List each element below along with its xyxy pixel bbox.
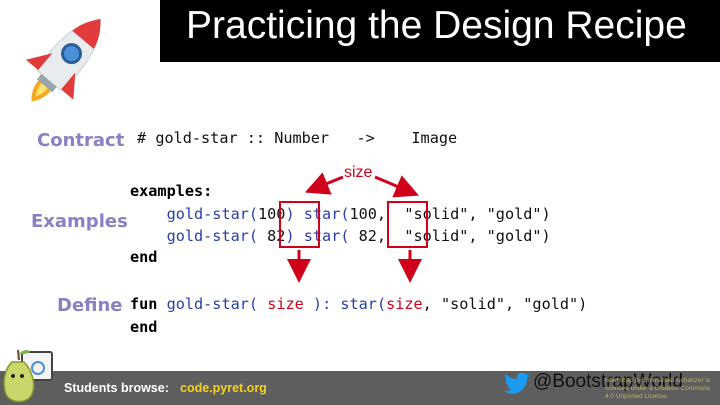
license-text: Bootstrap by Emmanuel Schanzer is licens… [605,377,711,400]
example-star-arg: 100, [349,205,387,223]
arrow-to-left-arg [304,172,344,195]
example-function-call: gold-star( [166,205,259,223]
define-function-name: gold-star( [166,295,259,313]
contract-line: # gold-star :: Number -> Image [137,127,457,149]
define-close-paren: ): [312,295,332,313]
browse-label: Students browse: [64,381,169,395]
define-star-call: star( [340,295,387,313]
browse-link[interactable]: code.pyret.org [180,381,267,395]
contract-function-name: gold-star [155,129,238,147]
define-end-keyword: end [130,318,158,336]
define-body-parameter: size [386,295,423,313]
contract-label: Contract [37,130,125,151]
examples-keyword: examples: [130,182,213,200]
size-annotation: size [344,164,373,181]
example-row: gold-star( 82) star( 82, "solid", "gold"… [130,225,551,247]
example-row: gold-star(100) star(100, "solid", "gold"… [130,203,551,225]
examples-label: Examples [31,211,128,232]
contract-range: Image [411,129,458,147]
contract-separator: :: [246,129,266,147]
fun-keyword: fun [130,295,158,313]
define-star-args: "solid", "gold") [440,295,588,313]
define-parameter: size [267,295,304,313]
contract-arrow: -> [356,129,375,147]
contract-comment: # [137,129,147,147]
define-label: Define [57,295,123,316]
twitter-bird-icon [504,372,530,394]
arg-highlight-box [279,201,320,248]
slide-title: Practicing the Design Recipe [186,4,687,47]
pear-mascot-icon [3,349,53,403]
contract-domain: Number [274,129,330,147]
rocket-icon [25,18,101,102]
define-comma: , [422,295,432,313]
arg-highlight-box [387,201,428,248]
example-function-call: gold-star( [166,227,259,245]
examples-end-keyword: end [130,248,158,266]
define-line: fun gold-star( size ): star(size, "solid… [130,293,587,315]
example-star-arg: 82, [349,227,387,245]
arrow-to-right-arg [374,175,420,198]
